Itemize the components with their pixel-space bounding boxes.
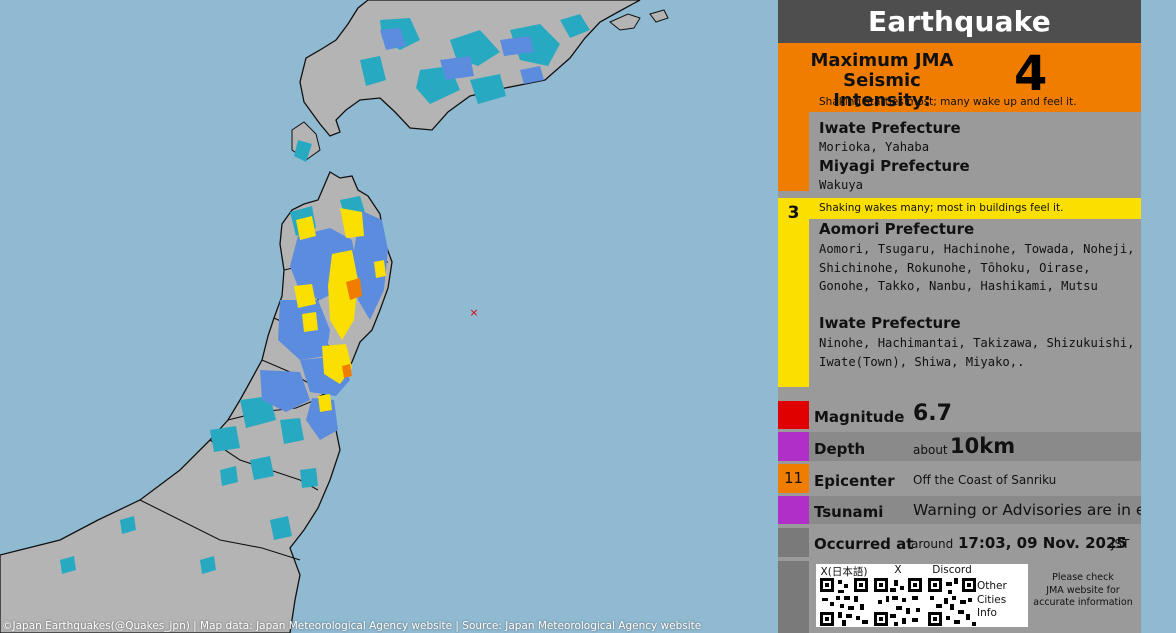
qr-x-japanese[interactable]: X(日本語) (818, 564, 870, 627)
epicenter-value: Off the Coast of Sanriku (913, 473, 1057, 487)
occurred-swatch (778, 528, 809, 557)
max-intensity-bar: Maximum JMA Seismic Intensity: 4 Shaking… (778, 43, 1141, 112)
panel-title: Earthquake information (778, 0, 1141, 81)
intensity-3-description: Shaking wakes many; most in buildings fe… (809, 198, 1141, 219)
magnitude-value: 6.7 (913, 401, 952, 426)
intensity-3-prefecture-aomori: Aomori Prefecture (819, 220, 975, 238)
tsunami-row: Tsunami Warning or Advisories are in eff… (778, 496, 1141, 524)
other-cities-line1: Other (977, 580, 1007, 592)
qr-x[interactable]: X (872, 564, 924, 627)
epicenter-label: Epicenter (814, 472, 895, 490)
depth-row: Depth about 10km (778, 432, 1141, 461)
other-cities-info[interactable]: Other Cities Info (977, 580, 1007, 621)
occurred-row: Occurred at around 17:03, 09 Nov. 2025 J… (778, 528, 1141, 557)
jma-check-line3: accurate information (1033, 597, 1133, 608)
max-intensity-value: 4 (1014, 46, 1048, 102)
intensity-map: × (0, 0, 770, 633)
depth-swatch (778, 432, 809, 461)
intensity-3-cities-aomori: Aomori, Tsugaru, Hachinohe, Towada, Nohe… (819, 242, 1135, 293)
qr-discord-label: Discord (932, 564, 972, 576)
qr-x-japanese-label: X(日本語) (820, 566, 868, 578)
intensity-3-number: 3 (787, 203, 800, 223)
qr-discord[interactable]: Discord (926, 564, 978, 627)
tsunami-value: Warning or Advisories are in effect (913, 501, 1141, 519)
intensity-3-cities-iwate: Ninohe, Hachimantai, Takizawa, Shizukuis… (819, 336, 1135, 369)
epicenter-number: 11 (783, 469, 804, 487)
occurred-suffix: JST (1111, 537, 1130, 551)
intensity-3-strip (778, 198, 809, 387)
max-intensity-label-line1: Maximum JMA (810, 50, 954, 71)
tsunami-label: Tsunami (814, 503, 884, 521)
jma-check-line2: JMA website for (1046, 584, 1120, 596)
epicenter-marker: × (469, 306, 478, 319)
jma-check-line1: Please check (1052, 572, 1114, 583)
magnitude-row: Magnitude 6.7 (778, 401, 1141, 429)
intensity-4-cities-miyagi: Wakuya (819, 178, 864, 192)
magnitude-label: Magnitude (814, 408, 905, 426)
other-cities-line3: Info (977, 607, 997, 619)
depth-prefix: about (913, 443, 948, 457)
qr-code-icon (820, 578, 868, 626)
qr-code-icon (874, 578, 922, 626)
depth-label: Depth (814, 440, 866, 458)
qr-x-label: X (894, 564, 902, 576)
epicenter-row: 11 Epicenter Off the Coast of Sanriku (778, 464, 1141, 493)
intensity-4-cities-iwate: Morioka, Yahaba (819, 140, 930, 154)
tsunami-swatch (778, 496, 809, 524)
magnitude-swatch (778, 401, 809, 429)
qr-code-icon (928, 578, 976, 626)
earthquake-info-panel: Earthquake information Maximum JMA Seism… (778, 0, 1141, 633)
epicenter-swatch: 11 (778, 464, 809, 493)
intensity-4-prefecture-iwate: Iwate Prefecture (819, 119, 961, 137)
qr-code-group: X(日本語) X Discord Other Cities Info (816, 564, 1028, 627)
links-swatch (778, 561, 809, 633)
depth-value: 10km (950, 434, 1016, 458)
intensity-4-description: Shaking startles most; many wake up and … (819, 96, 1077, 108)
occurred-value: 17:03, 09 Nov. 2025 (958, 534, 1127, 552)
intensity-4-prefecture-miyagi: Miyagi Prefecture (819, 157, 970, 175)
occurred-prefix: around (911, 537, 954, 551)
occurred-label: Occurred at (814, 535, 914, 553)
jma-check-notice: Please check JMA website for accurate in… (1031, 572, 1135, 610)
other-cities-line2: Cities (977, 593, 1007, 606)
intensity-3-prefecture-iwate: Iwate Prefecture (819, 314, 961, 332)
intensity-4-strip (778, 112, 809, 191)
map-credit: ©Japan Earthquakes(@Quakes_jpn) | Map da… (2, 620, 702, 632)
